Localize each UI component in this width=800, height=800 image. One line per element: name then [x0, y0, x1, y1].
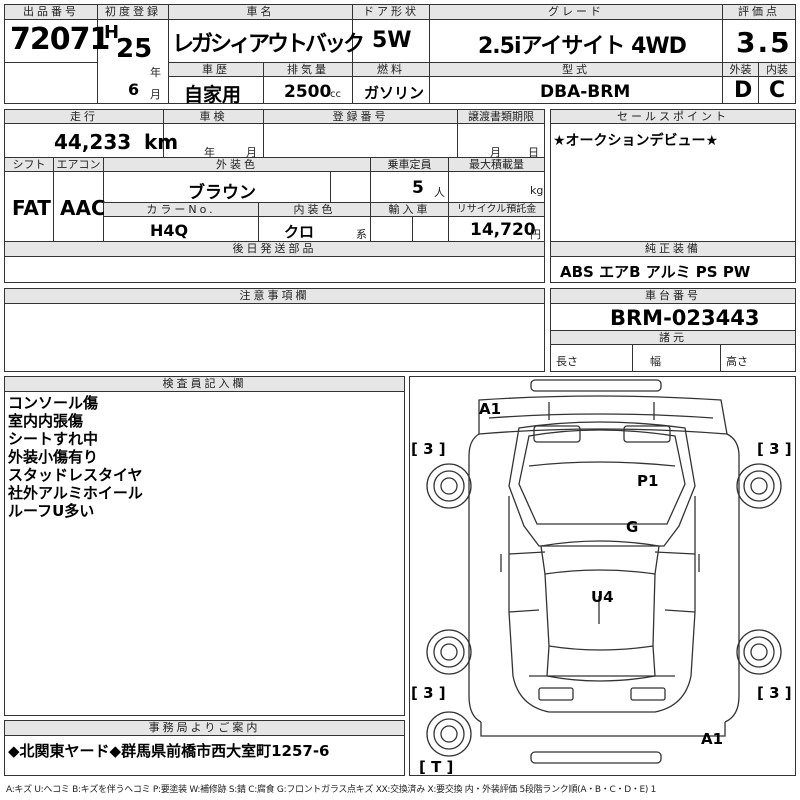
damage-mark: U4 [591, 588, 614, 606]
reg-year: 25 [116, 34, 153, 64]
first-reg-label: 初度登録 [98, 5, 168, 20]
load-label: 最大積載量 [449, 158, 544, 172]
damage-mark: A1 [479, 400, 501, 418]
color-value: ブラウン [188, 183, 256, 203]
damage-mark: A1 [701, 730, 723, 748]
notes-label: 注意事項欄 [5, 289, 544, 304]
lot-no-label: 出品番号 [5, 5, 97, 20]
chassis-number: BRM-023443 [610, 306, 760, 330]
interior-color-label: 内装色 [259, 203, 370, 217]
interior-grade: C [769, 78, 786, 103]
recycle-value: 14,720 [470, 220, 536, 240]
history-label: 車歴 [169, 63, 263, 77]
model-value: DBA-BRM [540, 82, 631, 102]
history-value: 自家用 [184, 84, 242, 106]
ac-label: エアコン [54, 158, 103, 172]
later-parts-label: 後日発送部品 [5, 242, 544, 257]
inspector-line: コンソール傷 [8, 394, 99, 412]
shift-value: FAT [12, 196, 51, 220]
tire-tread: [ 3 ] [757, 684, 792, 702]
fuel-label: 燃料 [353, 63, 429, 77]
mileage-value: 44,233 [54, 130, 132, 154]
load-unit: kg [530, 184, 544, 197]
tire-tread: [ T ] [419, 758, 453, 776]
mileage-label: 走行 [5, 110, 163, 124]
score-label: 評価点 [723, 5, 795, 20]
damage-mark: G [626, 518, 638, 536]
import-label: 輸入車 [371, 203, 448, 217]
tire-tread: [ 3 ] [757, 440, 792, 458]
inspector-label: 検査員記入欄 [5, 377, 404, 392]
exterior-label: 外装 [723, 63, 758, 77]
recycle-unit: 円 [530, 228, 541, 241]
inspector-line: スタッドレスタイヤ [8, 466, 143, 484]
sales-point-label: セールスポイント [551, 110, 795, 124]
interior-label: 内装 [759, 63, 795, 77]
car-name: レガシィアウトバック [172, 32, 365, 57]
grade-value: 2.5iアイサイト 4WD [478, 34, 687, 59]
grade-label: グレード [430, 5, 722, 20]
inspector-line: 室内内張傷 [8, 412, 84, 430]
interior-color-unit: 系 [356, 228, 367, 241]
capacity-unit: 人 [434, 186, 445, 199]
capacity-label: 乗車定員 [371, 158, 448, 172]
damage-mark: P1 [637, 472, 658, 490]
door-type: 5W [372, 28, 412, 53]
tire-tread: [ 3 ] [411, 684, 446, 702]
inspector-notes: コンソール傷 室内内張傷 シートすれ中 外装小傷有り スタッドレスタイヤ 社外ア… [8, 394, 143, 520]
sales-point-text: ★オークションデビュー★ [553, 133, 719, 149]
inspector-line: ルーフU多い [8, 502, 95, 520]
exterior-grade: D [734, 78, 753, 103]
inspector-line: 社外アルミホイール [8, 484, 143, 502]
legend-text: A:キズ U:ヘコミ B:キズを伴うヘコミ P:要塗装 W:補修跡 S:錆 C:… [6, 785, 657, 795]
specs-label: 諸元 [551, 331, 795, 345]
car-name-label: 車名 [169, 5, 352, 20]
car-diagram: A1 P1 G U4 A1 [ 3 ] [ 3 ] [ 3 ] [ 3 ] [ … [411, 379, 792, 776]
equipment-label: 純正装備 [551, 242, 795, 257]
fuel-value: ガソリン [364, 84, 425, 102]
equipment-text: ABS エアB アルミ PS PW [560, 263, 751, 281]
mileage-unit: km [144, 130, 179, 154]
interior-color-value: クロ [284, 223, 315, 241]
displacement-unit: cc [330, 89, 341, 100]
recycle-label: リサイクル預託金 [449, 203, 544, 217]
office-label: 事務局よりご案内 [5, 721, 404, 736]
length-label: 長さ [556, 355, 578, 368]
capacity-value: 5 [412, 178, 424, 198]
reg-month-unit: 月 [150, 88, 161, 101]
shift-label: シフト [5, 158, 53, 172]
height-label: 高さ [726, 355, 748, 368]
model-label: 型式 [430, 63, 722, 77]
inspector-line: シートすれ中 [8, 430, 99, 448]
reg-month: 6 [128, 80, 140, 99]
color-no-label: カラーNo. [104, 203, 258, 217]
color-label: 外装色 [104, 158, 370, 172]
reg-year-unit: 年 [150, 66, 161, 79]
score-value: 3.5 [736, 26, 792, 59]
chassis-label: 車台番号 [551, 289, 795, 304]
office-text: ◆北関東ヤード◆群馬県前橋市西大室町1257-6 [8, 742, 330, 760]
ac-value: AAC [60, 196, 106, 220]
displacement-value: 2500 [284, 82, 332, 102]
reg-no-label: 登録番号 [264, 110, 457, 124]
doors-label: ドア形状 [353, 5, 429, 20]
lot-number: 72071 [10, 22, 110, 57]
tire-tread: [ 3 ] [411, 440, 446, 458]
displacement-label: 排気量 [264, 63, 352, 77]
inspector-line: 外装小傷有り [8, 448, 99, 466]
color-no-value: H4Q [150, 221, 189, 240]
width-label: 幅 [650, 355, 661, 368]
inspection-label: 車検 [164, 110, 263, 124]
transfer-label: 譲渡書類期限 [458, 110, 544, 124]
